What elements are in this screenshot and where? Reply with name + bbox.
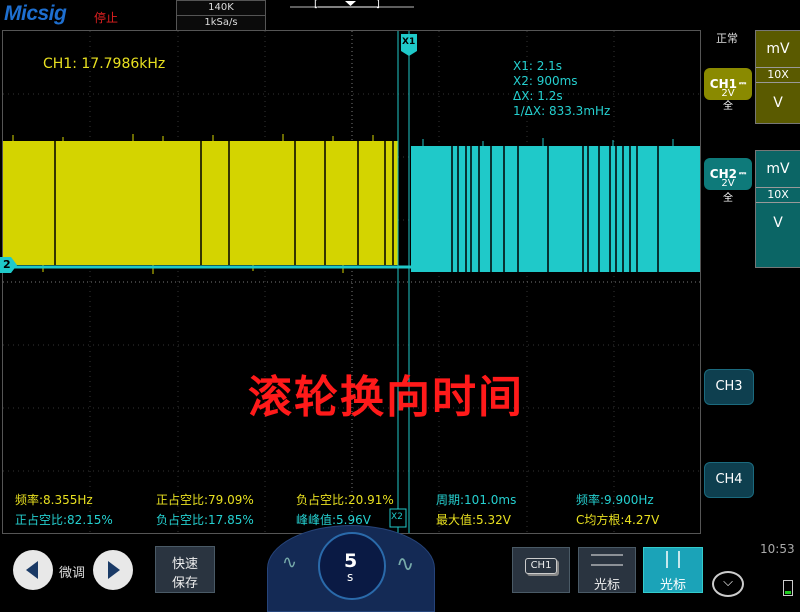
waveform-screen[interactable]: X1 X2 CH1: 17.7986kHz X1: 2.1s X2: 900ms…	[2, 30, 701, 534]
ch1-unit-v-button[interactable]: V	[756, 83, 800, 123]
ch2-probe-ratio[interactable]: 10X	[756, 187, 800, 203]
timebase-unit: s	[347, 570, 354, 584]
quick-save-button[interactable]: 快速 保存	[155, 546, 215, 593]
meas-vmax-ch1: 最大值:5.32V	[436, 513, 511, 527]
ch1-probe-ratio[interactable]: 10X	[756, 67, 800, 83]
clock: 10:53	[760, 542, 795, 556]
meas-freq-ch2: 频率:9.900Hz	[576, 493, 654, 507]
fine-adjust-label: 微调	[59, 566, 86, 581]
ch1-scale-panel[interactable]: mV 10X V	[755, 30, 800, 124]
trigger-position-bar[interactable]: [ ]	[290, 0, 414, 14]
meas-crms-ch1: C均方根:4.27V	[576, 513, 660, 527]
ch2-coupling: 全	[723, 193, 733, 204]
quick-save-line2: 保存	[171, 576, 198, 591]
meas-neg-duty-ch2: 负占空比:17.85%	[156, 513, 254, 527]
bottom-toolbar: 微调 快速 保存 ∿ ∿ 5 s CH1 光标 光标 ⌵	[0, 525, 800, 612]
cursor-x1-label[interactable]: X1	[402, 37, 415, 47]
memory-depth: 140K	[176, 0, 266, 16]
chevron-left-icon	[26, 561, 38, 579]
chevron-down-icon[interactable]: ⌵	[712, 571, 744, 597]
ch1-chip: CH1	[525, 558, 557, 574]
cursor-readout: X1: 2.1s X2: 900ms ΔX: 1.2s 1/ΔX: 833.3m…	[513, 59, 610, 119]
cursor-inverse-delta-value: 1/ΔX: 833.3mHz	[513, 104, 611, 118]
ch2-unit-v-button[interactable]: V	[756, 203, 800, 243]
meas-pos-duty-ch1: 正占空比:79.09%	[156, 493, 254, 507]
trigger-mode[interactable]: 正常	[716, 30, 738, 46]
cursor-horizontal-button[interactable]: 光标	[578, 547, 636, 593]
quick-save-line1: 快速	[171, 557, 198, 572]
trigger-position-icon	[345, 1, 356, 6]
cursor-delta-value: ΔX: 1.2s	[513, 89, 563, 103]
wave-decrease-icon[interactable]: ∿	[282, 552, 297, 573]
battery-icon	[783, 580, 793, 596]
horizontal-cursor-icon	[591, 554, 623, 566]
timebase-value: 5	[344, 550, 358, 572]
meas-freq-ch1: 频率:8.355Hz	[15, 493, 93, 507]
meas-pos-duty-ch2: 正占空比:82.15%	[15, 513, 113, 527]
trigger-bracket-right: ]	[376, 0, 380, 10]
meas-period-ch2: 周期:101.0ms	[436, 493, 517, 507]
fine-right-button[interactable]	[93, 550, 133, 590]
cursor-label-1: 光标	[593, 578, 620, 593]
ch1-coupling: 全	[723, 101, 733, 112]
ch1-select-button[interactable]: CH1	[512, 547, 570, 593]
fine-left-button[interactable]	[13, 550, 53, 590]
ch1-unit-mv-button[interactable]: mV	[756, 31, 800, 67]
run-state[interactable]: 停止	[94, 9, 118, 26]
ch2-waveform	[411, 146, 700, 272]
ch4-button[interactable]: CH4	[704, 462, 754, 498]
wave-increase-icon[interactable]: ∿	[396, 552, 414, 577]
ch2-marker-label: 2	[3, 258, 11, 271]
cursor-x2-value: X2: 900ms	[513, 74, 578, 88]
sample-rate: 1kSa/s	[176, 15, 266, 31]
trigger-bracket-left: [	[314, 0, 318, 10]
ch2-unit-mv-button[interactable]: mV	[756, 151, 800, 187]
overlay-title: 滚轮换向时间	[248, 372, 524, 423]
ch1-scale: 2V	[721, 88, 735, 99]
ch2-ground-marker[interactable]: 2	[0, 257, 17, 273]
ch2-scale-panel[interactable]: mV 10X V	[755, 150, 800, 268]
meas-neg-duty-ch1: 负占空比:20.91%	[296, 493, 394, 507]
ch3-button[interactable]: CH3	[704, 369, 754, 405]
brand-logo: Micsig	[4, 2, 67, 25]
cursor-x2-label[interactable]: X2	[391, 512, 403, 522]
cursor-label-2: 光标	[659, 578, 686, 593]
frequency-readout: CH1: 17.7986kHz	[43, 56, 166, 72]
cursor-vertical-button[interactable]: 光标	[643, 547, 703, 593]
ch2-scale: 2V	[721, 178, 735, 189]
chevron-right-icon	[108, 561, 120, 579]
vertical-cursor-icon	[666, 551, 680, 568]
ch2-noise	[422, 138, 674, 146]
cursor-x1-value: X1: 2.1s	[513, 59, 563, 73]
